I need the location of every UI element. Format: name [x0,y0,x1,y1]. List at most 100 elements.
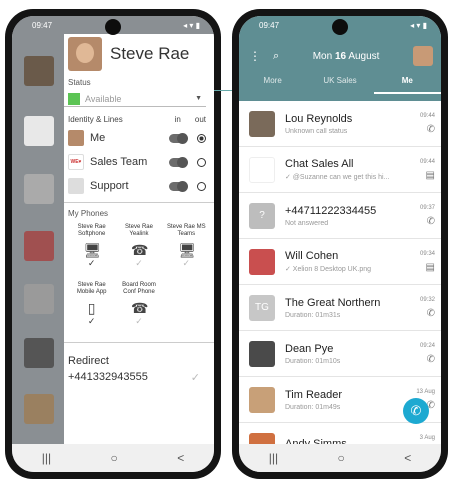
phones-header: My Phones [68,209,109,218]
back-button[interactable]: < [404,451,411,465]
left-phone: 09:47 ◂ ▾ ▮ Steve Rae Status Available ▼… [5,9,221,479]
row-main: Chat Sales All ✓ @Suzanne can we get this… [285,158,407,181]
check-icon: ✓ [190,372,200,384]
row-meta: 09:34 ▤ [407,251,435,273]
check-icon: ✓ [87,258,96,268]
conversation-list: Lou Reynolds Unknown call status 09:44 ✆ Cha… [239,101,441,444]
profile-drawer: Steve Rae Status Available ▼ Identity & … [64,34,214,444]
conversation-row[interactable]: Dean Pye Duration: 01m10s 09:24 ✆ [239,331,441,377]
call-fab-button[interactable]: ✆ [403,398,429,424]
row-meta: 09:32 ✆ [407,297,435,319]
date-month: August [348,50,380,62]
chat-icon[interactable]: ▤ [407,262,435,273]
avatar: ? [249,202,275,229]
redirect-label: Redirect [68,355,109,367]
phone-option[interactable]: Steve Rae Mobile App ▯ ✓ [68,282,115,338]
phone-option[interactable]: Board Room Conf Phone ☎ ✓ [115,282,162,338]
tab-uk-sales[interactable]: UK Sales [306,76,373,94]
camera-notch [105,19,121,35]
avatar [249,432,275,444]
phone-icon[interactable]: ✆ [407,308,435,319]
phones-grid: Steve Rae Softphone 🖥 ✓ Steve Rae Yealink ☎ ✓… [64,224,214,338]
conversation-row[interactable]: ? +44711222334455 Not answered 09:37 ✆ [239,193,441,239]
avatar [249,156,275,183]
profile-header: Steve Rae [64,34,214,74]
menu-icon[interactable]: ⋮ [249,49,261,63]
phone-name: Board Room Conf Phone [122,282,156,295]
conversation-row[interactable]: Will Cohen ✓ Xelion 8 Desktop UK.png 09:34… [239,239,441,285]
row-subtitle: ✓ @Suzanne can we get this hi... [285,174,390,181]
line-in-toggle[interactable] [169,132,188,144]
contact-name: Will Cohen [285,250,339,262]
row-main: The Great Northern Duration: 01m31s [285,297,407,319]
conversation-row[interactable]: Chat Sales All ✓ @Suzanne can we get this… [239,147,441,193]
row-subtitle: Duration: 01m10s [285,357,341,365]
row-time: 09:24 [419,342,435,349]
line-label: Sales Team [90,156,148,168]
lines-header-label: Identity & Lines [68,115,123,124]
rail-avatar [24,174,54,204]
line-out-radio[interactable] [197,157,206,167]
home-button[interactable]: ○ [338,451,345,465]
line-in-toggle[interactable] [169,180,188,192]
background-contact-rail [12,16,64,472]
row-subtitle: ✓ Xelion 8 Desktop UK.png [285,266,372,273]
conversation-row[interactable]: Andy Simms3 Aug✆ [239,423,441,444]
phone-option[interactable]: Steve Rae Softphone 🖥 ✓ [68,224,115,280]
row-main: Will Cohen ✓ Xelion 8 Desktop UK.png [285,250,407,273]
avatar [249,248,275,275]
chat-icon[interactable]: ▤ [407,170,435,181]
conversation-row[interactable]: TG The Great Northern Duration: 01m31s 09:3… [239,285,441,331]
available-indicator [68,92,80,105]
col-in-label: in [174,115,181,124]
row-main: Tim Reader Duration: 01m49s [285,389,407,411]
avatar [249,340,275,367]
date-label: Mon 16 August [279,51,413,62]
status-dropdown[interactable]: Available ▼ [64,87,206,107]
phone-option[interactable]: Steve Rae Yealink ☎ ✓ [115,224,162,280]
home-button[interactable]: ○ [111,451,118,465]
phone-icon[interactable]: ✆ [407,216,435,227]
row-subtitle: Not answered [285,219,329,227]
conversation-row[interactable]: Lou Reynolds Unknown call status 09:44 ✆ [239,101,441,147]
recent-apps-button[interactable]: ||| [42,451,51,465]
line-out-radio[interactable] [197,181,206,191]
divider [64,202,214,203]
desktop-icon: 🖥 [83,242,102,258]
mobile-icon: ▯ [87,300,96,316]
avatar[interactable] [68,37,102,71]
row-main: Dean Pye Duration: 01m10s [285,343,407,365]
phone-icon[interactable]: ✆ [407,354,435,365]
check-icon: ✓ [135,258,143,268]
header-row: ⋮ ⌕ Mon 16 August [249,46,433,66]
status-icons: ◂ ▾ ▮ [410,21,427,30]
recent-apps-button[interactable]: ||| [269,451,278,465]
android-nav-bar: ||| ○ < [239,444,441,472]
row-meta: 09:37 ✆ [407,205,435,227]
phone-icon[interactable]: ✆ [407,124,435,135]
tab-bar: More UK Sales Me [239,76,441,94]
rail-avatar [24,231,54,261]
row-main: Lou Reynolds Unknown call status [285,113,407,135]
support-icon [68,178,84,194]
back-button[interactable]: < [177,451,184,465]
status-label: Status [68,78,91,87]
line-out-radio[interactable] [197,133,206,143]
row-meta: 3 Aug✆ [407,435,435,445]
contact-name: Lou Reynolds [285,112,353,125]
avatar [249,386,275,413]
row-meta: 09:44 ▤ [407,159,435,181]
phone-option[interactable]: Steve Rae MS Teams 🖥 ✓ [163,224,210,280]
left-screen: 09:47 ◂ ▾ ▮ Steve Rae Status Available ▼… [12,16,214,472]
status-time: 09:47 [259,21,280,30]
contact-name: Chat Sales All [285,158,354,170]
rail-avatar [24,394,54,424]
avatar[interactable] [413,46,433,66]
tab-more[interactable]: More [239,76,306,94]
redirect-field[interactable]: +441332943555 ✓ [64,369,214,386]
android-nav-bar: ||| ○ < [12,444,214,472]
tab-me[interactable]: Me [373,76,441,94]
check-icon: ✓ [135,316,143,326]
row-meta: 09:24 ✆ [407,343,435,365]
line-in-toggle[interactable] [169,156,188,168]
